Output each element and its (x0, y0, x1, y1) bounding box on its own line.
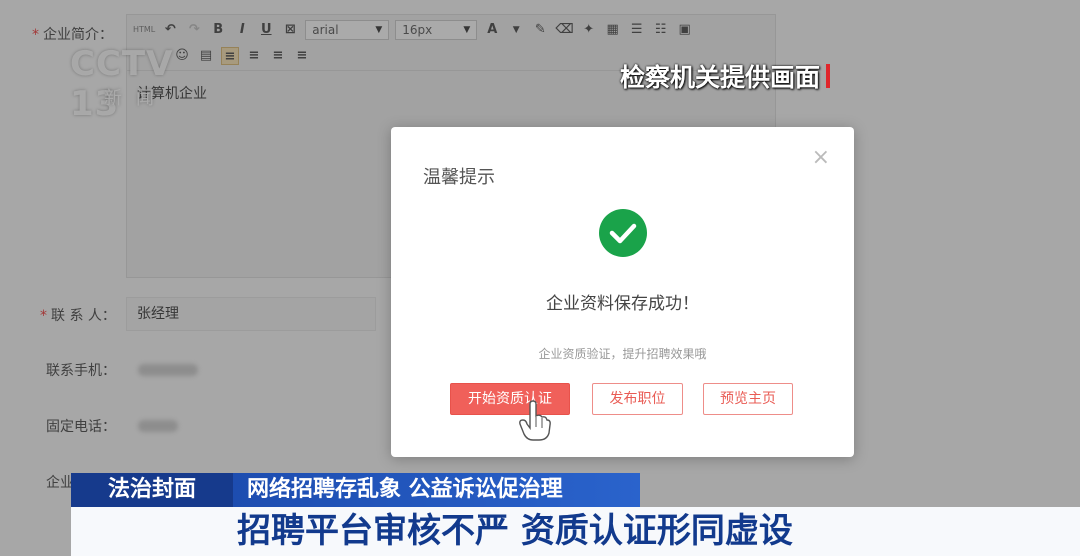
hand-cursor-icon (519, 400, 551, 441)
ticker-headline-1: 网络招聘存乱象 公益诉讼促治理 (233, 473, 640, 507)
source-caption: 检察机关提供画面 (620, 58, 831, 94)
caption-bar (826, 64, 831, 88)
post-job-button[interactable]: 发布职位 (592, 383, 683, 415)
hint-message: 企业资质验证，提升招聘效果哦 (538, 347, 707, 361)
close-icon[interactable]: × (812, 145, 830, 170)
success-message: 企业资料保存成功！ (546, 294, 699, 314)
start-verification-button[interactable]: 开始资质认证 (450, 383, 570, 415)
success-check-icon (599, 209, 647, 257)
preview-homepage-button[interactable]: 预览主页 (703, 383, 793, 415)
program-tag: 法治封面 (71, 473, 233, 507)
notice-dialog: 温馨提示 × 企业资料保存成功！ 企业资质验证，提升招聘效果哦 开始资质认证 发… (391, 127, 854, 457)
dialog-title: 温馨提示 (423, 167, 495, 188)
news-ticker: 法治封面 网络招聘存乱象 公益诉讼促治理 招聘平台审核不严 资质认证形同虚设 (0, 473, 1080, 556)
ticker-headline-2: 招聘平台审核不严 资质认证形同虚设 (71, 507, 1080, 556)
